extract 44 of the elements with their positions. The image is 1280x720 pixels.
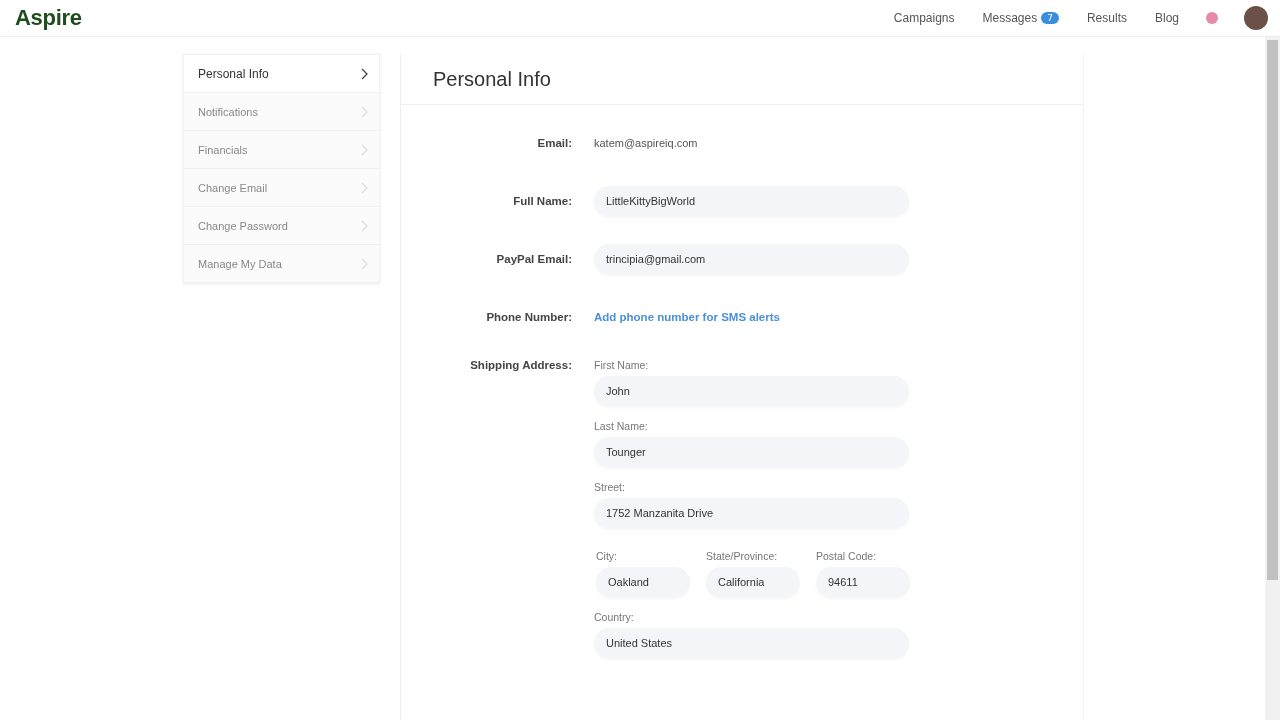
field-label: First Name: [594,359,650,371]
input-field[interactable]: 94611 [816,567,910,597]
settings-menu-item[interactable]: Financials [184,131,379,169]
input-field[interactable]: LittleKittyBigWorld [594,186,909,216]
input-field[interactable]: trincipia@gmail.com [594,244,909,274]
scrollbar[interactable] [1265,37,1280,720]
input-field[interactable]: John [594,376,909,406]
field-label: Country: [594,611,635,623]
input-field[interactable]: Tounger [594,437,909,467]
nav-link[interactable]: Blog [1154,11,1179,25]
settings-menu-item[interactable]: Change Email [184,169,379,207]
input-field[interactable]: 1752 Manzanita Drive [594,498,909,528]
chevron-right-icon [361,143,369,156]
settings-menu-item[interactable]: Manage My Data [184,245,379,283]
chevron-right-icon [361,181,369,194]
message-count-badge: 7 [1041,12,1059,24]
field-label: City: [596,550,618,562]
notification-dot-icon[interactable] [1206,12,1218,24]
avatar[interactable] [1244,6,1268,30]
panel-title: Personal Info [433,67,551,91]
aspire-logo[interactable]: Aspire [15,5,82,31]
input-field[interactable]: United States [594,628,909,658]
field-label: Postal Code: [816,550,878,562]
settings-menu-item[interactable]: Personal Info [184,55,379,93]
chevron-right-icon [361,67,369,80]
chevron-right-icon [361,219,369,232]
field-label: PayPal Email: [495,253,573,265]
field-label: Phone Number: [485,311,573,323]
settings-menu-item[interactable]: Notifications [184,93,379,131]
field-label: Shipping Address: [469,359,573,371]
field-label: Street: [594,481,626,493]
field-label: State/Province: [706,550,779,562]
nav-link[interactable]: Messages [982,11,1038,25]
field-label: Email: [536,137,573,149]
chevron-right-icon [361,257,369,270]
email-value: katem@aspireiq.com [594,137,698,149]
input-field[interactable]: California [706,567,800,597]
chevron-right-icon [361,105,369,118]
field-label: Last Name: [594,420,649,432]
settings-menu-item[interactable]: Change Password [184,207,379,245]
input-field[interactable]: Oakland [596,567,690,597]
nav-link[interactable]: Campaigns [893,11,955,25]
nav-link[interactable]: Results [1086,11,1127,25]
field-label: Full Name: [512,195,573,207]
